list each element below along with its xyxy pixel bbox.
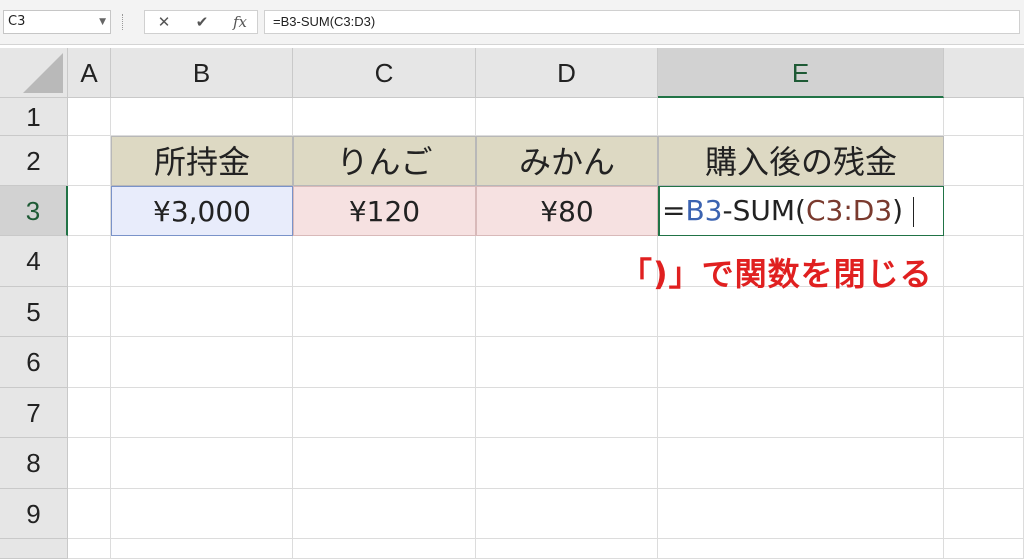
formula-bar-separator [122, 14, 126, 30]
grid-cell[interactable] [658, 438, 944, 489]
annotation-text: 「)」で関数を閉じる [620, 255, 933, 293]
grid-cell[interactable] [658, 388, 944, 438]
grid-cell[interactable] [944, 438, 1024, 489]
formula-bar: C3 ▼ ✕ ✔ fx =B3-SUM(C3:D3) [0, 0, 1024, 45]
row-header-3[interactable]: 3 [0, 186, 68, 236]
column-header-b[interactable]: B [111, 48, 293, 98]
column-header-d[interactable]: D [476, 48, 658, 98]
grid-cell[interactable] [68, 337, 111, 388]
grid-cell[interactable] [68, 388, 111, 438]
row-header-1[interactable]: 1 [0, 98, 68, 136]
cancel-icon[interactable]: ✕ [149, 11, 179, 33]
grid-cell[interactable] [658, 539, 944, 559]
grid-cell[interactable] [68, 186, 111, 236]
grid-cell[interactable] [658, 98, 944, 136]
text-cursor [913, 197, 915, 227]
grid-cell[interactable] [944, 539, 1024, 559]
grid-cell[interactable] [68, 438, 111, 489]
grid-cell[interactable] [68, 489, 111, 539]
formula-equals: = [662, 194, 686, 227]
grid-cell[interactable] [944, 287, 1024, 337]
row-header-5[interactable]: 5 [0, 287, 68, 337]
grid-cell[interactable] [68, 539, 111, 559]
column-header-a[interactable]: A [68, 48, 111, 98]
value-cell-d3[interactable]: ¥80 [476, 186, 658, 236]
header-cell-d2[interactable]: みかん [476, 136, 658, 186]
grid-cell[interactable] [111, 539, 293, 559]
row-header-6[interactable]: 6 [0, 337, 68, 388]
grid-cell[interactable] [293, 236, 476, 287]
row-header-9[interactable]: 9 [0, 489, 68, 539]
editing-cell-e3[interactable]: =B3-SUM(C3:D3) [658, 186, 944, 236]
name-box[interactable]: C3 ▼ [3, 10, 111, 34]
formula-ref-b3: B3 [685, 194, 723, 227]
grid-cell[interactable] [658, 337, 944, 388]
grid-cell[interactable] [944, 489, 1024, 539]
grid-cell[interactable] [293, 489, 476, 539]
formula-close-paren: ) [892, 194, 904, 227]
grid-cell[interactable] [944, 98, 1024, 136]
header-cell-c2[interactable]: りんご [293, 136, 476, 186]
grid-cell[interactable] [111, 388, 293, 438]
row-header-7[interactable]: 7 [0, 388, 68, 438]
grid-cell[interactable] [111, 337, 293, 388]
grid-cell[interactable] [293, 438, 476, 489]
grid-cell[interactable] [944, 136, 1024, 186]
grid-cell[interactable] [68, 287, 111, 337]
value-cell-b3[interactable]: ¥3,000 [111, 186, 293, 236]
grid-cell[interactable] [476, 337, 658, 388]
grid-cell[interactable] [476, 539, 658, 559]
grid-cell[interactable] [293, 388, 476, 438]
enter-icon[interactable]: ✔ [187, 11, 217, 33]
formula-sum-open: -SUM( [722, 194, 806, 227]
column-header-c[interactable]: C [293, 48, 476, 98]
formula-input[interactable]: =B3-SUM(C3:D3) [264, 10, 1020, 34]
value-cell-c3[interactable]: ¥120 [293, 186, 476, 236]
grid-cell[interactable] [111, 287, 293, 337]
column-header-blank [944, 48, 1024, 98]
grid-cell[interactable] [111, 98, 293, 136]
grid-cell[interactable] [944, 388, 1024, 438]
grid-cell[interactable] [944, 236, 1024, 287]
column-header-e[interactable]: E [658, 48, 944, 98]
name-box-value: C3 [8, 14, 26, 29]
formula-buttons: ✕ ✔ fx [144, 10, 258, 34]
grid-cell[interactable] [68, 98, 111, 136]
grid-cell[interactable] [944, 337, 1024, 388]
grid-cell[interactable] [476, 438, 658, 489]
formula-ref-c3-d3: C3:D3 [805, 194, 893, 227]
grid-cell[interactable] [293, 539, 476, 559]
grid-cell[interactable] [111, 438, 293, 489]
grid-cell[interactable] [68, 136, 111, 186]
grid-cell[interactable] [476, 98, 658, 136]
grid-cell[interactable] [293, 287, 476, 337]
row-header-8[interactable]: 8 [0, 438, 68, 489]
grid-cell[interactable] [944, 186, 1024, 236]
header-cell-b2[interactable]: 所持金 [111, 136, 293, 186]
row-header-4[interactable]: 4 [0, 236, 68, 287]
chevron-down-icon[interactable]: ▼ [99, 11, 106, 33]
grid-cell[interactable] [476, 388, 658, 438]
grid-cell[interactable] [68, 236, 111, 287]
header-cell-e2[interactable]: 購入後の残金 [658, 136, 944, 186]
row-header-10 [0, 539, 68, 559]
grid-cell[interactable] [658, 489, 944, 539]
grid-cell[interactable] [293, 337, 476, 388]
grid-cell[interactable] [476, 489, 658, 539]
grid-cell[interactable] [293, 98, 476, 136]
row-header-2[interactable]: 2 [0, 136, 68, 186]
insert-function-icon[interactable]: fx [225, 11, 255, 33]
grid-cell[interactable] [111, 236, 293, 287]
select-all-corner[interactable] [0, 48, 68, 98]
grid-cell[interactable] [111, 489, 293, 539]
